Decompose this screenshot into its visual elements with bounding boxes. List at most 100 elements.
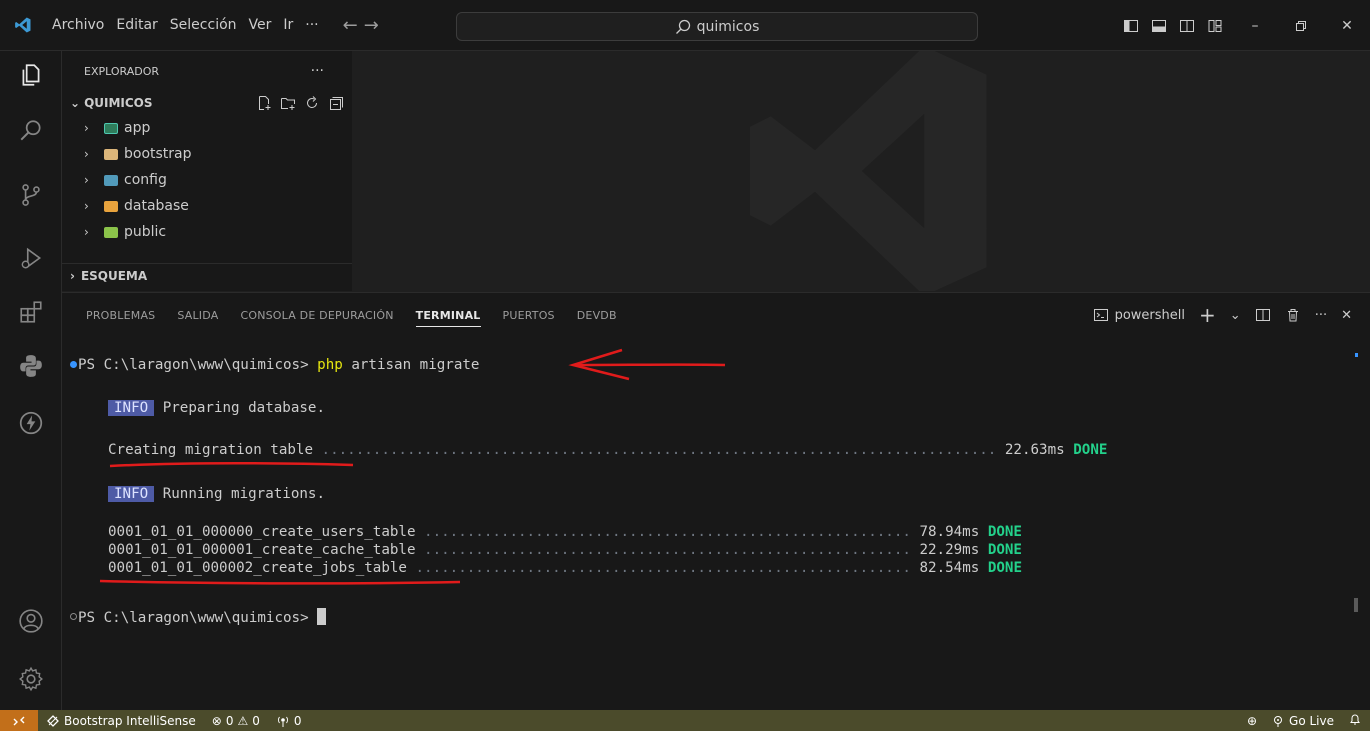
- notifications-bell-icon[interactable]: [1348, 712, 1362, 729]
- split-terminal-icon[interactable]: [1255, 307, 1271, 323]
- folder-icon: [104, 148, 118, 160]
- toggle-secondary-sidebar-icon[interactable]: [1176, 15, 1198, 37]
- explorer-icon[interactable]: [0, 51, 62, 99]
- toggle-panel-icon[interactable]: [1148, 15, 1170, 37]
- tab-terminal[interactable]: TERMINAL: [415, 293, 481, 337]
- extensions-icon[interactable]: [0, 288, 62, 336]
- new-folder-icon[interactable]: [280, 95, 296, 111]
- folder-config-icon: [104, 174, 118, 186]
- outline-section-header[interactable]: › ESQUEMA: [62, 263, 352, 287]
- tree-item-label: config: [124, 172, 167, 188]
- new-file-icon[interactable]: [256, 95, 272, 111]
- back-arrow-icon[interactable]: ←: [343, 15, 358, 36]
- terminal-line-info1: INFO Preparing database.: [108, 399, 325, 417]
- chevron-down-icon: ⌄: [70, 96, 81, 110]
- menu-archivo[interactable]: Archivo: [46, 0, 110, 51]
- chevron-right-icon: ›: [70, 268, 75, 283]
- terminal-line-creating: Creating migration table ...............…: [108, 442, 1108, 458]
- terminal-scrollbar[interactable]: [1354, 598, 1358, 612]
- search-icon: [675, 19, 690, 34]
- explorer-sidebar: EXPLORADOR ··· ⌄ QUIMICOS › app › bootst…: [62, 51, 352, 291]
- chevron-right-icon: ›: [84, 225, 89, 239]
- refresh-icon[interactable]: [304, 95, 320, 111]
- tree-item-label: public: [124, 224, 167, 240]
- command-pending-dot: [70, 613, 77, 620]
- broadcast-icon: [277, 716, 288, 727]
- bootstrap-intellisense-status[interactable]: Bootstrap IntelliSense: [38, 714, 204, 728]
- vscode-watermark-icon: [750, 51, 987, 291]
- menu-ver[interactable]: Ver: [243, 0, 278, 51]
- tree-item-app[interactable]: › app: [62, 115, 352, 141]
- info-badge: INFO: [108, 486, 155, 502]
- terminal-shell-selector[interactable]: powershell: [1093, 307, 1185, 323]
- tree-item-label: bootstrap: [124, 146, 192, 162]
- command-center-text: quimicos: [696, 18, 760, 35]
- run-debug-icon[interactable]: [0, 234, 62, 282]
- warning-icon: ⚠: [237, 713, 249, 728]
- folder-database-icon: [104, 200, 118, 212]
- terminal-line-prompt: PS C:\laragon\www\quimicos>: [78, 608, 327, 626]
- terminal-line-info2: INFO Running migrations.: [108, 485, 325, 503]
- annotation-arrow: [568, 348, 726, 381]
- tree-item-database[interactable]: › database: [62, 193, 352, 219]
- menu-seleccion[interactable]: Selección: [164, 0, 243, 51]
- error-icon: ⊗: [211, 713, 222, 728]
- command-center-search[interactable]: quimicos: [456, 12, 978, 41]
- explorer-title: EXPLORADOR: [84, 64, 160, 78]
- thunder-client-icon[interactable]: [0, 399, 62, 447]
- close-panel-icon[interactable]: ✕: [1341, 308, 1352, 323]
- tree-item-bootstrap[interactable]: › bootstrap: [62, 141, 352, 167]
- zoom-icon[interactable]: ⊕: [1247, 714, 1257, 728]
- settings-gear-icon[interactable]: [0, 655, 62, 703]
- tab-consola-depuracion[interactable]: CONSOLA DE DEPURACIÓN: [240, 293, 393, 337]
- remote-indicator-icon[interactable]: [0, 710, 38, 731]
- tree-item-public[interactable]: › public: [62, 219, 352, 245]
- toggle-sidebar-icon[interactable]: [1120, 15, 1142, 37]
- forward-arrow-icon[interactable]: →: [364, 15, 379, 36]
- vscode-logo-icon: [0, 0, 46, 51]
- tab-devdb[interactable]: DEVDB: [577, 293, 617, 337]
- tab-puertos[interactable]: PUERTOS: [503, 293, 555, 337]
- restore-button[interactable]: [1278, 0, 1324, 51]
- search-icon[interactable]: [0, 107, 62, 155]
- terminal-cursor: [317, 608, 327, 625]
- customize-layout-icon[interactable]: [1204, 15, 1226, 37]
- minimize-button[interactable]: –: [1232, 0, 1278, 51]
- panel-more-icon[interactable]: ···: [1315, 308, 1327, 323]
- collapse-all-icon[interactable]: [328, 95, 344, 111]
- problems-status[interactable]: ⊗ 0 ⚠ 0: [204, 714, 268, 728]
- menu-more[interactable]: ···: [299, 0, 324, 51]
- terminal-output[interactable]: PS C:\laragon\www\quimicos> php artisan …: [62, 337, 1352, 711]
- outline-title: ESQUEMA: [80, 268, 148, 283]
- terminal-line-command: PS C:\laragon\www\quimicos> php artisan …: [78, 357, 480, 373]
- activity-bar: [0, 51, 62, 710]
- menu-bar: Archivo Editar Selección Ver Ir ···: [46, 0, 325, 51]
- annotation-underline: [109, 462, 354, 468]
- account-icon[interactable]: [0, 597, 62, 645]
- project-name: QUIMICOS: [84, 96, 153, 110]
- tab-salida[interactable]: SALIDA: [177, 293, 218, 337]
- shell-name: powershell: [1114, 307, 1186, 323]
- ports-status[interactable]: 0: [268, 714, 310, 728]
- tree-item-config[interactable]: › config: [62, 167, 352, 193]
- close-button[interactable]: ✕: [1324, 0, 1370, 51]
- editor-area: [352, 51, 1370, 291]
- annotation-underline: [99, 579, 461, 585]
- new-terminal-icon[interactable]: +: [1199, 303, 1216, 327]
- python-icon[interactable]: [0, 342, 62, 390]
- project-section-header[interactable]: ⌄ QUIMICOS: [62, 91, 352, 115]
- go-live-button[interactable]: Go Live: [1271, 714, 1334, 728]
- explorer-header: EXPLORADOR ···: [62, 51, 352, 91]
- tab-problemas[interactable]: PROBLEMAS: [86, 293, 155, 337]
- terminal-line-migration: 0001_01_01_000002_create_jobs_table ....…: [108, 560, 1022, 576]
- bootstrap-icon: [47, 714, 59, 727]
- scrollbar-marker: [1355, 353, 1358, 357]
- menu-editar[interactable]: Editar: [110, 0, 163, 51]
- terminal-icon: [1093, 309, 1108, 321]
- trash-icon[interactable]: [1285, 307, 1301, 323]
- menu-ir[interactable]: Ir: [277, 0, 299, 51]
- bottom-panel: PROBLEMAS SALIDA CONSOLA DE DEPURACIÓN T…: [62, 292, 1370, 710]
- explorer-more-button[interactable]: ···: [311, 63, 324, 79]
- chevron-down-icon[interactable]: ⌄: [1230, 308, 1241, 323]
- source-control-icon[interactable]: [0, 171, 62, 219]
